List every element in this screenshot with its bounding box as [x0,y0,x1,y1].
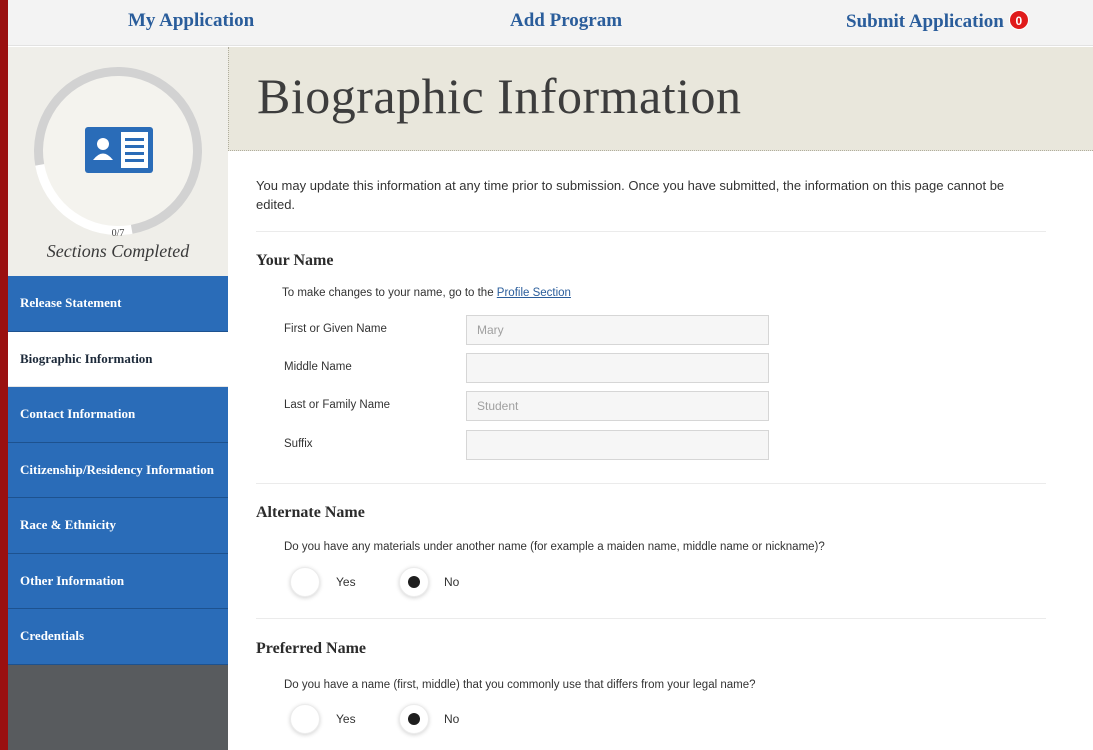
main-content: You may update this information at any t… [228,151,1093,750]
alternate-name-heading: Alternate Name [256,504,365,521]
sidebar-item-release-statement[interactable]: Release Statement [8,276,228,332]
sidebar-item-contact-information[interactable]: Contact Information [8,387,228,443]
nav-my-application[interactable]: My Application [128,10,254,32]
page-header: Biographic Information [228,47,1093,151]
sidebar-item-credentials[interactable]: Credentials [8,609,228,665]
middle-name-label: Middle Name [284,361,352,373]
top-nav: My Application Add Program Submit Applic… [8,0,1093,46]
alternate-name-question: Do you have any materials under another … [284,541,825,553]
id-card-icon [85,127,153,173]
preferred-name-no-radio[interactable] [399,704,429,734]
intro-text: You may update this information at any t… [256,178,1005,212]
section-divider [256,483,1046,484]
app-frame: My Application Add Program Submit Applic… [8,0,1093,750]
section-nav: Release Statement Biographic Information… [8,276,228,665]
suffix-label: Suffix [284,438,313,450]
last-name-label: Last or Family Name [284,399,391,411]
sections-completed-label: Sections Completed [46,241,190,261]
sidebar-item-biographic-information[interactable]: Biographic Information [8,331,228,387]
nav-submit-application[interactable]: Submit Application 0 [846,10,1029,33]
middle-name-field[interactable] [466,353,769,383]
section-divider [256,618,1046,619]
preferred-name-no-label: No [444,712,460,726]
profile-section-link[interactable]: Profile Section [497,287,571,299]
sidebar: 0/7 Sections Completed Release Statement… [8,34,235,750]
sidebar-item-citizenship-residency[interactable]: Citizenship/Residency Information [8,442,228,498]
last-name-field[interactable] [466,391,769,421]
page-title: Biographic Information [257,68,742,124]
alternate-name-yes-label: Yes [336,575,356,589]
preferred-name-heading: Preferred Name [256,640,367,657]
profile-note: To make changes to your name, go to the … [282,287,571,299]
alternate-name-no-label: No [444,575,460,589]
sidebar-item-race-ethnicity[interactable]: Race & Ethnicity [8,498,228,554]
alternate-name-yes-radio[interactable] [290,567,320,597]
submit-count-badge: 0 [1008,10,1029,30]
submit-application-label: Submit Application [846,11,1004,32]
preferred-name-yes-label: Yes [336,712,356,726]
sidebar-item-other-information[interactable]: Other Information [8,553,228,609]
sections-count: 0/7 [111,228,125,239]
first-name-label: First or Given Name [284,323,387,335]
your-name-heading: Your Name [256,252,334,269]
preferred-name-question: Do you have a name (first, middle) that … [284,679,756,691]
alternate-name-no-radio[interactable] [399,567,429,597]
section-divider [256,231,1046,232]
nav-add-program[interactable]: Add Program [510,10,622,32]
first-name-field[interactable] [466,315,769,345]
suffix-field[interactable] [466,430,769,460]
progress-panel: 0/7 Sections Completed [8,34,235,276]
profile-note-text: To make changes to your name, go to the [282,287,497,299]
preferred-name-yes-radio[interactable] [290,704,320,734]
